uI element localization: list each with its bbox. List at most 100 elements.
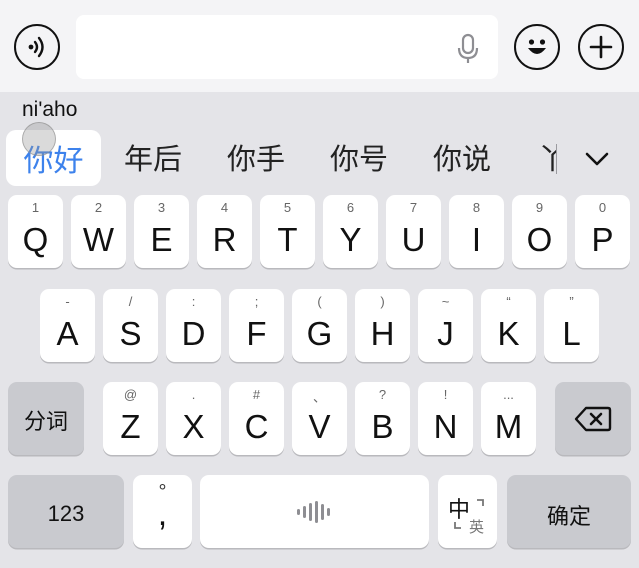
segment-key-label: 分词 (23, 409, 68, 434)
touch-indicator (22, 122, 56, 156)
key-sub-label: - (65, 294, 70, 309)
key-d[interactable]: : D (166, 289, 221, 362)
key-sub-label: # (252, 387, 261, 402)
key-label: Z (120, 408, 141, 445)
key-x[interactable]: . X (166, 382, 221, 455)
key-label: X (182, 408, 205, 445)
key-z[interactable]: @ Z (103, 382, 158, 455)
key-label: A (56, 315, 79, 352)
key-o[interactable]: 9 O (512, 195, 567, 268)
key-u[interactable]: 7 U (386, 195, 441, 268)
candidate-item-partial[interactable]: 丫 (538, 136, 556, 180)
key-k[interactable]: “ K (481, 289, 536, 362)
confirm-key[interactable]: 确定 (507, 475, 631, 548)
numbers-key[interactable]: 123 (8, 475, 124, 548)
key-sub-label: . (191, 387, 196, 402)
key-label: C (244, 408, 269, 445)
key-c[interactable]: # C (229, 382, 284, 455)
key-sub-label: ( (317, 294, 322, 309)
input-toolbar (0, 0, 639, 92)
key-label: R (212, 221, 237, 258)
key-label: L (562, 315, 581, 352)
candidate-divider (556, 144, 557, 174)
voice-input-icon (297, 501, 330, 523)
confirm-key-label: 确定 (546, 504, 591, 529)
key-r[interactable]: 4 R (197, 195, 252, 268)
key-sub-label: 8 (472, 200, 481, 215)
key-i[interactable]: 8 I (449, 195, 504, 268)
segment-key[interactable]: 分词 (8, 382, 84, 455)
key-sub-label: 4 (220, 200, 229, 215)
key-l[interactable]: ” L (544, 289, 599, 362)
key-a[interactable]: - A (40, 289, 95, 362)
key-label: I (471, 221, 482, 258)
space-key[interactable] (200, 475, 429, 548)
key-sub-label: ? (378, 387, 387, 402)
key-f[interactable]: ; F (229, 289, 284, 362)
key-label: S (119, 315, 142, 352)
key-sub-label: / (128, 294, 133, 309)
key-t[interactable]: 5 T (260, 195, 315, 268)
key-b[interactable]: ? B (355, 382, 410, 455)
key-m[interactable]: ... M (481, 382, 536, 455)
key-label: H (370, 315, 395, 352)
candidate-item[interactable]: 你号 (330, 136, 388, 178)
voice-mode-button[interactable] (14, 24, 60, 70)
punctuation-key[interactable]: ° , (133, 475, 192, 548)
key-g[interactable]: ( G (292, 289, 347, 362)
key-sub-label: ; (254, 294, 259, 309)
key-sub-label: “ (506, 294, 511, 309)
key-sub-label: ) (380, 294, 385, 309)
key-w[interactable]: 2 W (71, 195, 126, 268)
key-sub-label: : (191, 294, 196, 309)
more-button[interactable] (578, 24, 624, 70)
key-label: F (246, 315, 267, 352)
key-label: V (308, 408, 331, 445)
switch-arrows-icon (454, 499, 484, 529)
plus-icon (589, 35, 613, 59)
key-sub-label: 3 (157, 200, 166, 215)
key-sub-label: 5 (283, 200, 292, 215)
key-v[interactable]: 、 V (292, 382, 347, 455)
key-sub-label: ~ (441, 294, 450, 309)
key-sub-label: 、 (312, 390, 326, 405)
key-sub-label: 7 (409, 200, 418, 215)
backspace-key[interactable] (555, 382, 631, 455)
key-label: P (591, 221, 614, 258)
key-label: D (181, 315, 206, 352)
key-sub-label: ! (443, 387, 448, 402)
microphone-icon[interactable] (456, 33, 480, 65)
key-label: O (526, 221, 553, 258)
candidate-item[interactable]: 你手 (227, 136, 285, 178)
numbers-key-label: 123 (47, 501, 85, 526)
key-label: K (497, 315, 520, 352)
backspace-icon (574, 406, 612, 432)
key-label: E (150, 221, 173, 258)
emoji-button[interactable] (514, 24, 560, 70)
message-input[interactable] (76, 15, 498, 79)
key-y[interactable]: 6 Y (323, 195, 378, 268)
key-label: Q (22, 221, 49, 258)
key-label: N (433, 408, 458, 445)
key-j[interactable]: ~ J (418, 289, 473, 362)
key-label: Y (339, 221, 362, 258)
key-e[interactable]: 3 E (134, 195, 189, 268)
key-h[interactable]: ) H (355, 289, 410, 362)
key-q[interactable]: 1 Q (8, 195, 63, 268)
key-label: B (371, 408, 394, 445)
key-p[interactable]: 0 P (575, 195, 630, 268)
punctuation-key-label: , (157, 495, 168, 533)
candidate-bar: 你好 年后 你手 你号 你说 丫 (0, 126, 639, 188)
key-n[interactable]: ! N (418, 382, 473, 455)
candidate-item[interactable]: 年后 (124, 136, 182, 178)
key-sub-label: @ (123, 387, 138, 402)
key-label: J (437, 315, 454, 352)
key-s[interactable]: / S (103, 289, 158, 362)
key-label: G (306, 315, 333, 352)
composition-pinyin: ni'aho (22, 98, 78, 121)
key-sub-label: ... (503, 387, 514, 402)
chevron-down-icon[interactable] (582, 144, 612, 174)
language-switch-key[interactable]: 中 英 (438, 475, 497, 548)
key-sub-label: ” (569, 294, 574, 309)
candidate-item[interactable]: 你说 (433, 136, 491, 178)
